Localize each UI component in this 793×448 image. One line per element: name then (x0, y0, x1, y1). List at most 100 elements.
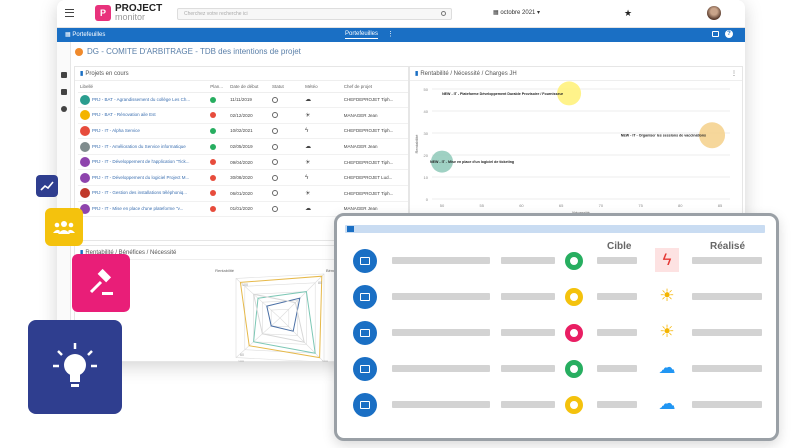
bubble-label: NEW - IT - Plateforme Développement Dura… (442, 92, 564, 96)
bubble-menu-icon[interactable]: ⋮ (731, 70, 737, 77)
table-row[interactable]: PRJ - IT - Développement du logiciel Pro… (78, 169, 408, 187)
status-ring-icon (565, 288, 583, 306)
idea-badge[interactable] (28, 320, 122, 414)
project-icon (80, 94, 90, 105)
status-ring-icon (565, 360, 583, 378)
table-row[interactable]: PRJ - BAT - Rénovation aile Est 02/12/202… (78, 107, 408, 124)
trend-badge[interactable] (36, 175, 58, 197)
y-tick: 40 (424, 109, 429, 114)
table-row[interactable]: PRJ - IT - Gestion des installations tél… (78, 185, 408, 202)
trend-status-icon (272, 96, 279, 103)
project-icon (80, 125, 90, 136)
project-avatar-icon[interactable] (353, 285, 377, 309)
search-icon[interactable] (441, 11, 446, 16)
column-header[interactable]: Météo (303, 81, 342, 93)
column-header[interactable]: Libellé (78, 81, 209, 93)
card-row[interactable]: ☁ (337, 389, 776, 423)
search-placeholder: Cherchez votre recherche ici (184, 11, 248, 17)
project-manager: CHEFDEPROJET Tiph... (341, 154, 408, 171)
project-label[interactable]: PRJ - IT - Amélioration du Service infor… (92, 144, 186, 149)
portfolio-title: ▦ Portefeuilles (65, 32, 106, 38)
plan-status-icon (210, 112, 217, 119)
weather-icon: ϟ (655, 248, 679, 272)
logo[interactable]: P PROJECT monitor (95, 4, 162, 22)
search-input[interactable]: Cherchez votre recherche ici (177, 8, 452, 20)
card-row[interactable]: ☀ (337, 317, 776, 351)
radar-axis (279, 317, 325, 362)
plan-status-icon (210, 190, 217, 197)
x-tick: 70 (599, 203, 604, 208)
y-tick: 0 (426, 197, 429, 202)
trend-status-icon (272, 127, 279, 134)
project-manager: MANAGER Jean (341, 107, 408, 124)
favorite-star-icon[interactable]: ★ (624, 8, 632, 19)
menu-icon[interactable] (65, 9, 74, 17)
tab-portefeuilles[interactable]: Portefeuilles (345, 31, 379, 39)
gavel-icon (89, 268, 113, 295)
grid-icon[interactable] (61, 89, 67, 95)
chart-icon: ▮ (415, 71, 419, 77)
table-row[interactable]: PRJ - IT - Alpha Service 10/02/2021 ϟ CHEFD… (78, 123, 408, 140)
radar-axis (235, 317, 281, 358)
trend-icon (40, 181, 54, 191)
chat-icon[interactable] (712, 31, 719, 37)
settings-icon[interactable] (61, 106, 67, 112)
table-row[interactable]: PRJ - IT - Développement de l'applicatio… (78, 154, 408, 171)
project-label[interactable]: PRJ - IT - Développement de l'applicatio… (92, 159, 190, 164)
card-header-bar (345, 225, 765, 233)
project-manager: CHEFDEPROJET Tiph... (341, 123, 408, 140)
placeholder-bar (692, 401, 762, 408)
column-header[interactable]: Statut (270, 81, 304, 93)
project-manager: CHEFDEPROJET Tiph... (341, 185, 408, 202)
page-title: DG - COMITE D'ARBITRAGE - TDB des intent… (87, 47, 301, 56)
card-row[interactable]: ϟ (337, 245, 776, 279)
gavel-badge[interactable] (72, 254, 130, 312)
project-label[interactable]: PRJ - BAT - Agrandissement du collège Le… (92, 97, 190, 102)
placeholder-bar (501, 293, 555, 300)
bubble-chart: 504030201005055606570758085NécessitéRent… (414, 81, 730, 215)
project-label[interactable]: PRJ - IT - Gestion des installations tél… (92, 191, 187, 196)
help-icon[interactable]: ? (725, 30, 733, 38)
project-label[interactable]: PRJ - IT - Alpha Service (92, 128, 140, 133)
projects-panel-title: ▮ Projets en cours (75, 67, 408, 81)
grid-icon (347, 226, 354, 232)
project-label[interactable]: PRJ - BAT - Rénovation aile Est (92, 113, 156, 118)
plan-status-icon (210, 96, 217, 103)
card-row[interactable]: ☁ (337, 353, 776, 387)
project-avatar-icon[interactable] (353, 393, 377, 417)
table-row[interactable]: PRJ - IT - Amélioration du Service infor… (78, 138, 408, 155)
start-date: 02/05/2019 (228, 138, 271, 155)
column-header[interactable]: Date de début (228, 81, 271, 93)
weather-icon: ☁ (305, 97, 312, 104)
weather-icon: ☀ (305, 159, 311, 166)
project-avatar-icon[interactable] (353, 357, 377, 381)
project-label[interactable]: PRJ - IT - Développement du logiciel Pro… (92, 175, 189, 180)
start-date: 01/01/2020 (228, 201, 271, 218)
project-avatar-icon[interactable] (353, 321, 377, 345)
logo-line2: monitor (115, 12, 146, 22)
project-label[interactable]: PRJ - IT - Mise en place d'une plateform… (92, 206, 183, 211)
placeholder-bar (501, 257, 555, 264)
weather-icon: ☁ (305, 206, 312, 213)
project-avatar-icon[interactable] (353, 249, 377, 273)
column-header[interactable]: Plan... (208, 81, 229, 93)
column-header[interactable]: Chef de projet (341, 81, 408, 93)
project-icon (80, 172, 90, 183)
more-options-icon[interactable]: ⋮ (387, 30, 394, 38)
radar-tick: 100 (242, 283, 248, 287)
bubble-label: NEW - IT - Mise en place d'un logiciel d… (430, 160, 514, 164)
y-tick: 50 (424, 87, 429, 92)
card-row[interactable]: ☀ (337, 281, 776, 315)
avatar[interactable] (707, 6, 721, 20)
placeholder-bar (597, 293, 637, 300)
team-badge[interactable] (45, 208, 83, 246)
period-selector[interactable]: ▦ octobre 2021 ▾ (493, 9, 540, 16)
start-date: 10/02/2021 (228, 123, 271, 140)
table-row[interactable]: PRJ - BAT - Agrandissement du collège Le… (78, 92, 408, 109)
home-icon[interactable] (61, 72, 67, 78)
placeholder-bar (392, 401, 490, 408)
placeholder-bar (501, 365, 555, 372)
period-label: octobre 2021 ▾ (500, 10, 541, 16)
plan-status-icon (210, 174, 217, 181)
bubble-panel: ▮ Rentabilité / Nécessité / Charges JH ⋮ 5… (409, 66, 743, 216)
